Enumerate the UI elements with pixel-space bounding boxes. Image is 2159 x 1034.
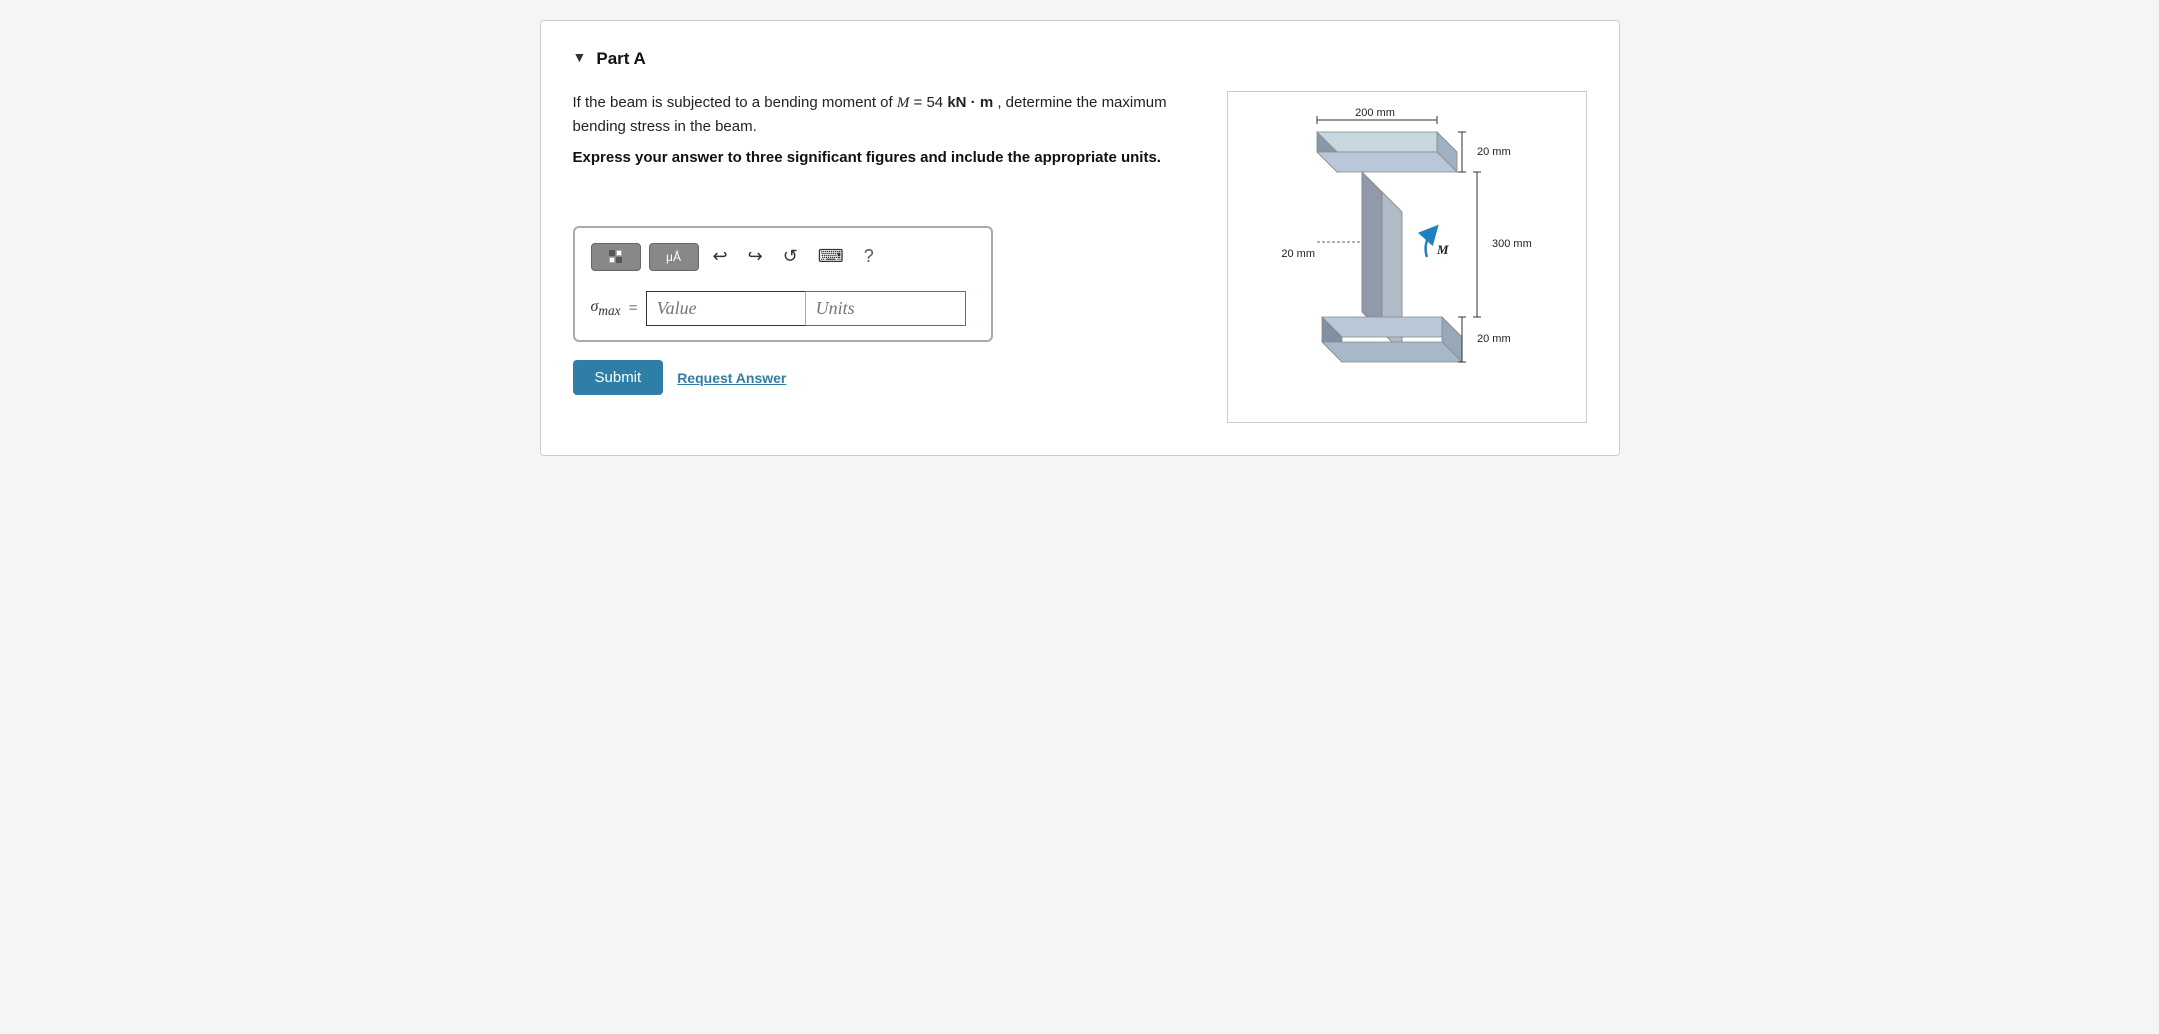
beam-diagram: 200 mm 20 mm 300 mm 20 mm 20 mm xyxy=(1267,102,1547,412)
toolbar: μÅ ↩ ↪ ↺ ⌨ xyxy=(591,242,975,279)
units-input[interactable] xyxy=(806,291,966,326)
answer-box: μÅ ↩ ↪ ↺ ⌨ xyxy=(573,226,993,342)
reset-button[interactable]: ↺ xyxy=(777,242,804,271)
matrix-button[interactable] xyxy=(591,243,641,271)
dim-20mm-top: 20 mm xyxy=(1477,146,1511,158)
math-M: M xyxy=(897,95,910,111)
part-title: Part A xyxy=(596,49,645,69)
problem-statement: If the beam is subjected to a bending mo… xyxy=(573,91,1207,139)
redo-icon: ↪ xyxy=(748,246,763,266)
mu-a-label: μÅ xyxy=(666,250,681,264)
dim-20mm-bottom: 20 mm xyxy=(1477,333,1511,345)
keyboard-button[interactable]: ⌨ xyxy=(812,242,850,271)
dim-20mm-web: 20 mm xyxy=(1281,248,1315,260)
value-input[interactable] xyxy=(646,291,806,326)
input-row: σmax = xyxy=(591,291,975,326)
left-content: If the beam is subjected to a bending mo… xyxy=(573,91,1207,423)
math-equals: = 54 xyxy=(909,94,947,111)
keyboard-icon: ⌨ xyxy=(818,246,844,266)
undo-icon: ↩ xyxy=(713,246,728,266)
problem-prefix: If the beam is subjected to a bending mo… xyxy=(573,94,897,111)
moment-label: M xyxy=(1436,242,1449,257)
collapse-arrow[interactable]: ▼ xyxy=(573,51,587,67)
math-unit: kN · m xyxy=(947,94,993,111)
buttons-row: Submit Request Answer xyxy=(573,360,1207,395)
equals-sign: = xyxy=(629,300,638,318)
help-button[interactable]: ? xyxy=(858,242,880,271)
sigma-label: σmax xyxy=(591,298,621,319)
content-area: If the beam is subjected to a bending mo… xyxy=(573,91,1587,423)
dim-200mm: 200 mm xyxy=(1355,107,1395,119)
dim-300mm: 300 mm xyxy=(1492,238,1532,250)
reset-icon: ↺ xyxy=(783,246,798,266)
submit-button[interactable]: Submit xyxy=(573,360,664,395)
redo-button[interactable]: ↪ xyxy=(742,242,769,271)
part-header: ▼ Part A xyxy=(573,49,1587,69)
undo-button[interactable]: ↩ xyxy=(707,242,734,271)
request-answer-button[interactable]: Request Answer xyxy=(677,370,786,386)
emphasis-text: Express your answer to three significant… xyxy=(573,149,1207,166)
main-card: ▼ Part A If the beam is subjected to a b… xyxy=(540,20,1620,456)
diagram-area: 200 mm 20 mm 300 mm 20 mm 20 mm xyxy=(1227,91,1587,423)
mu-a-button[interactable]: μÅ xyxy=(649,243,699,271)
help-icon: ? xyxy=(864,246,874,266)
